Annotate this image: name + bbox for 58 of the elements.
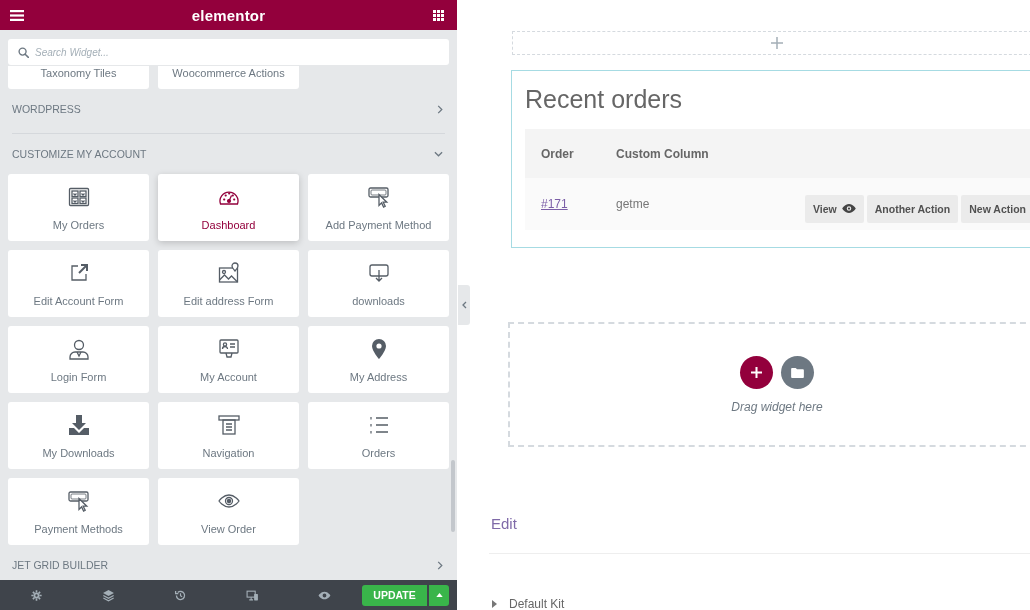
widget-card[interactable]: My Orders xyxy=(8,174,149,241)
menu-icon[interactable] xyxy=(10,9,24,21)
kit-link[interactable]: Default Kit xyxy=(509,597,565,610)
column-header: Order xyxy=(540,146,575,161)
widget-card[interactable]: Orders xyxy=(308,402,449,469)
widget-card[interactable]: Login Form xyxy=(8,326,149,393)
widget-card[interactable]: Woocommerce Actions xyxy=(158,66,299,89)
boxes-grid-icon xyxy=(66,185,91,209)
widget-card[interactable]: Navigation xyxy=(158,402,299,469)
scrollbar[interactable] xyxy=(451,460,455,532)
category-header[interactable]: WORDPRESS xyxy=(12,97,445,121)
settings-icon[interactable] xyxy=(29,588,43,602)
person-icon xyxy=(66,337,91,361)
widget-card[interactable]: downloads xyxy=(308,250,449,317)
widget-card[interactable]: My Downloads xyxy=(8,402,149,469)
search-icon xyxy=(18,47,29,58)
navigation-menu-icon xyxy=(216,413,241,437)
add-section-button[interactable] xyxy=(740,356,773,389)
widget-card[interactable]: Taxonomy Tiles xyxy=(8,66,149,89)
caret-up-icon xyxy=(435,593,443,597)
category-header[interactable]: CUSTOMIZE MY ACCOUNT xyxy=(8,142,449,166)
publish-options-button[interactable] xyxy=(429,584,449,606)
column-header: Custom Column xyxy=(616,146,710,161)
caret-right-icon[interactable] xyxy=(492,600,497,608)
edit-link[interactable]: Edit xyxy=(491,514,517,534)
card-cursor-icon xyxy=(66,489,91,513)
eye-icon xyxy=(841,204,856,213)
action-button[interactable]: Another Action xyxy=(866,194,959,223)
search-field[interactable]: Search Widget... xyxy=(8,39,449,65)
devices-icon[interactable] xyxy=(245,588,259,602)
widget-title: Recent orders xyxy=(525,84,684,115)
card-cursor-icon xyxy=(366,185,391,209)
widget-card[interactable]: View Order xyxy=(158,478,299,545)
apps-grid-icon[interactable] xyxy=(433,9,444,21)
widget-card[interactable]: Payment Methods xyxy=(8,478,149,545)
category-header[interactable]: JET GRID BUILDER xyxy=(12,553,445,577)
widget-card[interactable]: Edit Account Form xyxy=(8,250,149,317)
drop-hint: Drag widget here xyxy=(731,400,823,414)
order-link[interactable]: #171 xyxy=(541,197,568,211)
action-button[interactable]: View xyxy=(805,194,864,223)
widget-card[interactable]: My Account xyxy=(158,326,299,393)
layers-icon[interactable] xyxy=(101,588,115,602)
widget-card[interactable]: My Address xyxy=(308,326,449,393)
plus-icon xyxy=(751,367,762,378)
table-cell-text: getme xyxy=(616,197,651,211)
id-card-icon xyxy=(216,337,241,361)
update-button[interactable]: UPDATE xyxy=(362,584,427,606)
panel-title: elementor xyxy=(191,6,266,24)
widget-card[interactable]: Edit address Form xyxy=(158,250,299,317)
download-icon xyxy=(66,413,91,437)
image-pin-icon xyxy=(216,261,241,285)
action-button[interactable]: New Action xyxy=(961,194,1030,223)
template-library-button[interactable] xyxy=(781,356,814,389)
widget-card[interactable]: Add Payment Method xyxy=(308,174,449,241)
widget-card[interactable]: Dashboard xyxy=(158,174,299,241)
history-icon[interactable] xyxy=(173,588,187,602)
chevron-left-icon xyxy=(461,301,467,309)
folder-icon xyxy=(791,367,804,378)
